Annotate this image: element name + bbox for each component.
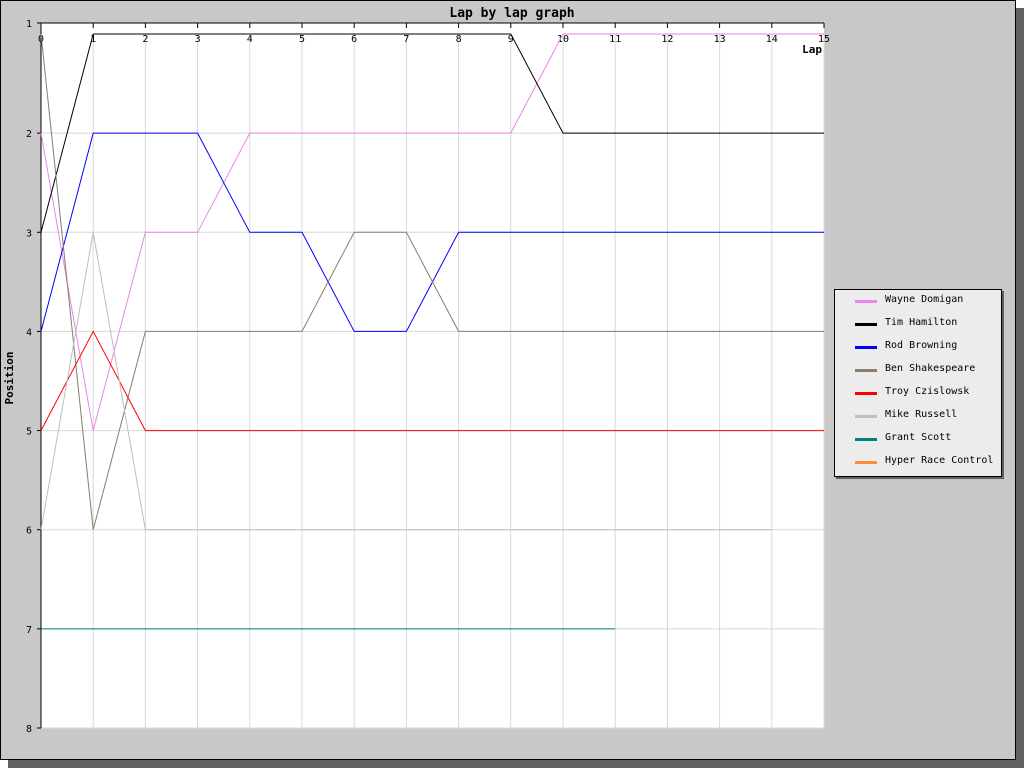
legend-item: Ben Shakespeare (835, 362, 1001, 378)
legend: Wayne Domigan Tim Hamilton Rod Browning Ben… (834, 289, 1002, 477)
y-tick-label: 2 (26, 129, 32, 140)
legend-label: Troy Czislowsk (885, 386, 970, 397)
y-tick-label: 5 (26, 427, 32, 438)
x-tick-label: 7 (403, 34, 409, 45)
y-tick-label: 6 (26, 526, 32, 537)
legend-label: Wayne Domigan (885, 294, 964, 305)
x-tick-label: 6 (351, 34, 357, 45)
plot-area (41, 23, 824, 728)
legend-swatch (855, 392, 877, 395)
legend-label: Grant Scott (885, 432, 952, 443)
legend-label: Tim Hamilton (885, 317, 958, 328)
x-tick-label: 2 (142, 34, 148, 45)
y-axis-label: Position (3, 352, 16, 405)
x-tick-label: 12 (661, 34, 673, 45)
legend-item: Rod Browning (835, 339, 1001, 355)
x-tick-label: 10 (557, 34, 569, 45)
legend-item: Hyper Race Control (835, 454, 1001, 470)
y-tick-label: 8 (26, 724, 32, 735)
x-tick-label: 5 (299, 34, 305, 45)
x-tick-label: 13 (714, 34, 726, 45)
x-tick-label: 4 (247, 34, 253, 45)
x-tick-label: 8 (456, 34, 462, 45)
x-axis-label: Lap (802, 43, 822, 56)
legend-label: Rod Browning (885, 340, 958, 351)
legend-item: Grant Scott (835, 431, 1001, 447)
legend-label: Hyper Race Control (885, 455, 994, 466)
legend-swatch (855, 461, 877, 464)
legend-swatch (855, 415, 877, 418)
y-tick-label: 3 (26, 228, 32, 239)
legend-label: Mike Russell (885, 409, 958, 420)
x-tick-label: 11 (609, 34, 621, 45)
legend-swatch (855, 369, 877, 372)
legend-item: Mike Russell (835, 408, 1001, 424)
legend-item: Tim Hamilton (835, 316, 1001, 332)
legend-swatch (855, 346, 877, 349)
x-tick-label: 14 (766, 34, 778, 45)
x-tick-label: 9 (508, 34, 514, 45)
legend-item: Wayne Domigan (835, 293, 1001, 309)
y-tick-label: 1 (26, 19, 32, 30)
y-tick-label: 4 (26, 327, 32, 338)
legend-label: Ben Shakespeare (885, 363, 976, 374)
legend-swatch (855, 300, 877, 303)
x-tick-label: 3 (195, 34, 201, 45)
chart-title: Lap by lap graph (449, 6, 574, 21)
y-tick-label: 7 (26, 625, 32, 636)
legend-swatch (855, 438, 877, 441)
legend-swatch (855, 323, 877, 326)
legend-item: Troy Czislowsk (835, 385, 1001, 401)
